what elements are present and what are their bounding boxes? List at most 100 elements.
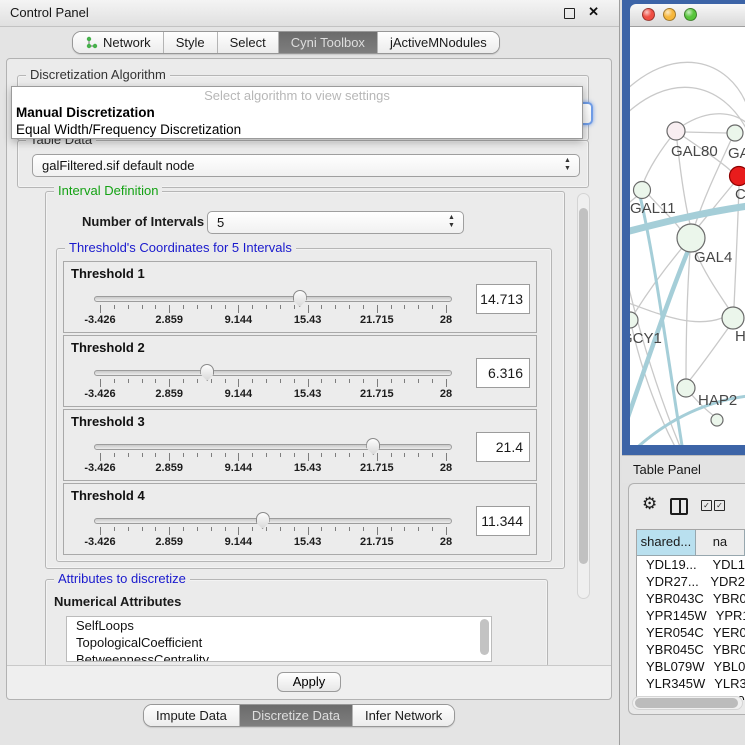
threshold-panel: Threshold 1-3.4262.8599.14415.4321.71528… [63, 261, 537, 333]
network-node-ga[interactable] [727, 125, 743, 141]
algorithm-option[interactable]: Equal Width/Frequency Discretization [12, 121, 582, 138]
table-panel-card: ⚙ ✓ ✓ shared...na YDL19...YDL1YDR27...YD… [628, 483, 745, 715]
tab-jactivemnodules[interactable]: jActiveMNodules [377, 32, 499, 53]
table-cell: YDL19... [637, 556, 703, 573]
table-row[interactable]: YBR045CYBR0 [637, 641, 745, 658]
scrollbar-thumb[interactable] [635, 698, 738, 708]
tab-cyni-toolbox[interactable]: Cyni Toolbox [278, 32, 377, 53]
algorithm-hint-item[interactable]: Select algorithm to view settings [12, 87, 582, 104]
table-row[interactable]: YDR27...YDR2 [637, 573, 745, 590]
tick-label: 28 [440, 314, 452, 326]
float-window-icon[interactable] [564, 8, 575, 19]
panel-vertical-scrollbar[interactable] [577, 193, 590, 599]
threshold-slider[interactable]: -3.4262.8599.14415.4321.71528 [94, 510, 452, 550]
thresholds-group: Threshold's Coordinates for 5 Intervals … [56, 248, 552, 562]
node-label: GAL4 [694, 249, 732, 266]
settings-gear-icon[interactable]: ⚙ [642, 494, 657, 514]
threshold-slider[interactable]: -3.4262.8599.14415.4321.71528 [94, 436, 452, 476]
network-edge[interactable] [682, 114, 745, 126]
list-scrollbar-thumb[interactable] [480, 619, 489, 655]
network-node-gal80[interactable] [667, 122, 685, 140]
slider-tick-labels: -3.4262.8599.14415.4321.71528 [100, 462, 446, 474]
attribute-list-item[interactable]: SelfLoops [67, 617, 491, 634]
table-cell: YBL079W [637, 658, 705, 675]
combo-stepper-icon[interactable]: ▲▼ [562, 157, 573, 174]
tick-label: 15.43 [294, 462, 322, 474]
tab-select[interactable]: Select [217, 32, 278, 53]
combo-stepper-icon[interactable]: ▲▼ [446, 214, 457, 231]
algorithm-dropdown-popup: Select algorithm to view settings Manual… [11, 86, 583, 139]
slider-track[interactable] [94, 518, 452, 524]
checkbox-icon[interactable]: ✓ [701, 500, 712, 511]
slider-track[interactable] [94, 444, 452, 450]
column-header-2[interactable]: na [696, 530, 745, 556]
checkbox-icon[interactable]: ✓ [714, 500, 725, 511]
table-row[interactable]: YDL19...YDL1 [637, 556, 745, 573]
table-row[interactable]: YPR145WYPR1 [637, 607, 745, 624]
scrollbar-thumb[interactable] [579, 208, 588, 564]
table-row[interactable]: YBR043CYBR0 [637, 590, 745, 607]
network-node-hap2[interactable] [677, 379, 695, 397]
number-of-intervals-combobox[interactable]: 5 ▲▼ [207, 211, 464, 234]
network-node-gal11[interactable] [634, 182, 651, 199]
network-edge[interactable] [684, 132, 727, 133]
threshold-value-field[interactable]: 14.713 [476, 284, 530, 314]
table-data-combobox[interactable]: galFiltered.sif default node ▲▼ [32, 154, 580, 177]
split-view-icon[interactable] [670, 498, 688, 515]
tab-discretize-data[interactable]: Discretize Data [239, 705, 352, 726]
threshold-slider[interactable]: -3.4262.8599.14415.4321.71528 [94, 288, 452, 328]
thresholds-container: Threshold 1-3.4262.8599.14415.4321.71528… [63, 261, 537, 557]
threshold-value-field[interactable]: 11.344 [476, 506, 530, 536]
network-edge[interactable] [689, 327, 729, 381]
tab-label: Network [103, 35, 151, 50]
network-node-c[interactable] [730, 167, 745, 186]
network-node[interactable] [711, 414, 723, 426]
threshold-label: Threshold 3 [71, 414, 145, 429]
tab-style[interactable]: Style [163, 32, 217, 53]
slider-track[interactable] [94, 296, 452, 302]
network-edge[interactable] [630, 87, 745, 132]
numerical-attributes-list[interactable]: SelfLoopsTopologicalCoefficientBetweenne… [66, 616, 492, 662]
zoom-traffic-light-icon[interactable] [684, 8, 697, 21]
table-cell: YBR0 [704, 590, 745, 607]
network-node-gcy1[interactable] [630, 312, 638, 328]
tab-network[interactable]: Network [73, 32, 163, 53]
attribute-list-item[interactable]: TopologicalCoefficient [67, 634, 491, 651]
table-horizontal-scrollbar[interactable] [632, 696, 743, 710]
tick-label: 15.43 [294, 314, 322, 326]
tick-label: 21.715 [360, 388, 394, 400]
close-traffic-light-icon[interactable] [642, 8, 655, 21]
slider-track[interactable] [94, 370, 452, 376]
threshold-value-field[interactable]: 21.4 [476, 432, 530, 462]
network-edge[interactable] [686, 251, 690, 379]
apply-button[interactable]: Apply [277, 672, 341, 692]
close-icon[interactable]: ✕ [588, 4, 599, 20]
tab-label: Impute Data [156, 708, 227, 723]
tick-label: 21.715 [360, 314, 394, 326]
network-edge[interactable] [630, 300, 722, 322]
tab-label: Style [176, 35, 205, 50]
tab-label: Cyni Toolbox [291, 35, 365, 50]
algorithm-option[interactable]: Manual Discretization [12, 104, 582, 121]
tab-infer-network[interactable]: Infer Network [352, 705, 454, 726]
threshold-value-field[interactable]: 6.316 [476, 358, 530, 388]
table-row[interactable]: YBL079WYBL0 [637, 658, 745, 675]
network-canvas[interactable]: GAL80GACGAL11GAL4HGCY1HAP2 [630, 27, 745, 445]
table-row[interactable]: YLR345WYLR3 [637, 675, 745, 692]
tab-label: Select [230, 35, 266, 50]
control-panel-window: Control Panel ✕ Network Style Select Cyni T… [0, 0, 620, 745]
threshold-slider[interactable]: -3.4262.8599.14415.4321.71528 [94, 362, 452, 402]
slider-ticks [100, 379, 446, 387]
network-node-gal4[interactable] [677, 224, 705, 252]
control-panel-title: Control Panel [10, 0, 89, 26]
table-row[interactable]: YER054CYER0 [637, 624, 745, 641]
network-edge[interactable] [630, 62, 745, 108]
thresholds-group-title: Threshold's Coordinates for 5 Intervals [65, 241, 296, 255]
attribute-list-item[interactable]: BetweennessCentrality [67, 651, 491, 662]
tab-impute-data[interactable]: Impute Data [144, 705, 239, 726]
column-header-1[interactable]: shared... [637, 530, 696, 556]
network-node-h[interactable] [722, 307, 744, 329]
minimize-traffic-light-icon[interactable] [663, 8, 676, 21]
attributes-group: Attributes to discretize Numerical Attri… [45, 579, 548, 667]
network-edge[interactable] [698, 182, 735, 227]
